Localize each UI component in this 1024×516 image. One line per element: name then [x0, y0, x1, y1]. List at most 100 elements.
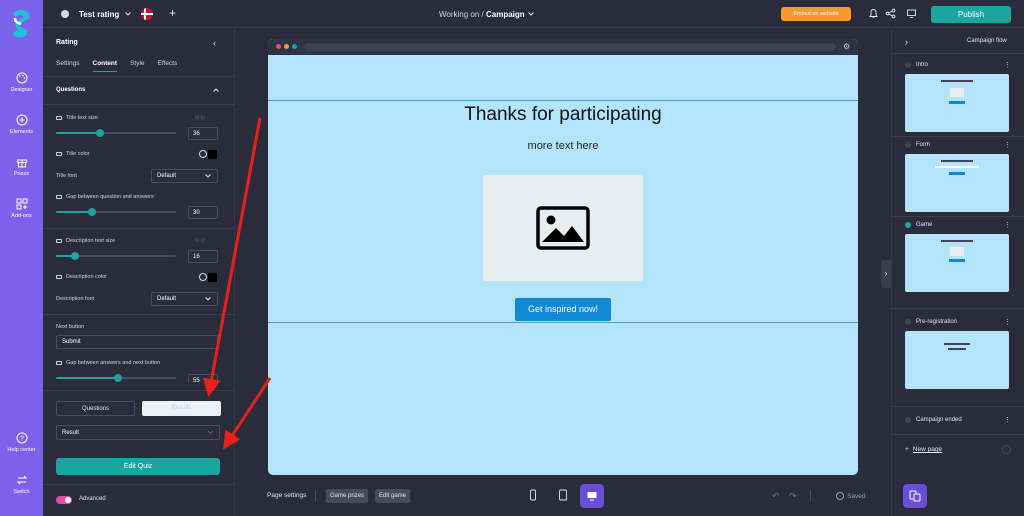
bell-icon[interactable] [868, 8, 879, 19]
redo-icon[interactable]: ↷ [789, 491, 797, 502]
chevron-down-icon[interactable] [527, 10, 535, 18]
get-inspired-button[interactable]: Get inspired now! [515, 298, 611, 321]
kebab-menu-icon[interactable]: ⋮ [1004, 221, 1011, 229]
gap-answers-next-text: Gap between answers and next button [66, 360, 161, 366]
collapse-panel-button[interactable]: ‹ [213, 38, 216, 48]
questions-results-toggle: Questions Results [56, 401, 221, 416]
flow-page-pre-registration[interactable]: Pre-registration [916, 319, 957, 325]
slider-handle[interactable] [96, 129, 105, 137]
tab-effects[interactable]: Effects [158, 60, 178, 72]
kebab-menu-icon[interactable]: ⋮ [1004, 141, 1011, 149]
flow-page-intro[interactable]: Intro [916, 62, 928, 68]
title-text-size-input[interactable]: 36 [188, 127, 218, 140]
expand-flow-panel-button[interactable]: › [881, 260, 891, 288]
slider-fill [56, 132, 101, 134]
tab-style[interactable]: Style [130, 60, 144, 72]
publish-button[interactable]: Publish [931, 6, 1011, 23]
result-select[interactable]: Result [56, 425, 220, 440]
canvas-bottom-bar: Page settings Game prizes Edit game ↶ ↷ … [235, 480, 891, 516]
page-subtitle[interactable]: more text here [268, 140, 858, 152]
monitor-icon[interactable] [906, 8, 917, 19]
description-color-swatch[interactable] [208, 273, 217, 282]
flow-page-form[interactable]: Form [916, 142, 930, 148]
tab-settings[interactable]: Settings [56, 60, 80, 72]
title-font-label: Title font [56, 173, 77, 179]
flow-page-thumbnail[interactable] [905, 331, 1009, 389]
new-page-button[interactable]: + New page [905, 446, 942, 453]
result-select-value: Result [62, 430, 80, 436]
flow-action-button[interactable] [903, 484, 927, 508]
image-placeholder[interactable] [483, 175, 643, 281]
title-text-size-slider[interactable] [56, 129, 176, 137]
slider-handle[interactable] [114, 374, 123, 382]
slider-handle[interactable] [71, 252, 80, 260]
tab-content[interactable]: Content [92, 60, 118, 72]
edit-quiz-button[interactable]: Edit Quiz [56, 458, 220, 475]
color-palette-icon[interactable] [199, 150, 207, 158]
image-icon [536, 206, 590, 250]
chevron-down-icon[interactable] [124, 10, 132, 18]
gear-icon[interactable]: ⚙ [843, 42, 850, 51]
embed-on-website-button[interactable]: Embed on website [781, 7, 851, 21]
description-font-select[interactable]: Default [151, 292, 218, 306]
working-on-breadcrumb[interactable]: Working on / Campaign [439, 10, 525, 19]
mobile-view-icon[interactable] [528, 489, 538, 501]
undo-icon[interactable]: ↶ [772, 491, 780, 502]
results-tab-button[interactable]: Results [142, 401, 221, 416]
gap-answers-next-slider[interactable] [56, 374, 176, 382]
description-text-size-slider[interactable] [56, 252, 176, 260]
chevron-right-icon[interactable]: › [905, 37, 908, 47]
nav-help-center[interactable]: ? Help center [0, 432, 43, 453]
slider-handle[interactable] [88, 208, 96, 216]
project-status-dot [61, 10, 69, 18]
flow-page-thumbnail[interactable] [905, 234, 1009, 292]
nav-elements[interactable]: Elements [0, 114, 43, 135]
nav-prizes[interactable]: Prizes [0, 156, 43, 177]
gap-answers-next-clip: 55 [43, 368, 234, 383]
questions-tab-button[interactable]: Questions [56, 401, 135, 416]
app-logo-icon[interactable] [9, 8, 34, 39]
desktop-view-button[interactable] [580, 484, 604, 508]
kebab-menu-icon[interactable]: ⋮ [1004, 416, 1011, 424]
gap-answers-next-input[interactable]: 55 [188, 374, 218, 383]
advanced-toggle[interactable] [56, 496, 72, 504]
next-button-input[interactable]: Submit [56, 335, 218, 349]
edit-game-button[interactable]: Edit game [375, 489, 411, 503]
nav-addons[interactable]: Add-ons [0, 198, 43, 219]
flow-page-game[interactable]: Game [916, 222, 932, 228]
lock-icons[interactable]: ⊟ ⊡ [195, 115, 205, 121]
add-language-button[interactable]: + [169, 6, 176, 20]
gap-question-answers-input[interactable]: 30 [188, 206, 218, 219]
add-circle-icon[interactable] [1002, 445, 1011, 454]
divider [892, 136, 1024, 137]
kebab-menu-icon[interactable]: ⋮ [1004, 318, 1011, 326]
flow-page-thumbnail[interactable] [905, 154, 1009, 212]
flow-page-campaign-ended[interactable]: Campaign ended [916, 417, 962, 423]
tablet-view-icon[interactable] [558, 489, 568, 501]
lock-icons[interactable]: ⊟ ⊡ [195, 238, 205, 244]
game-prizes-button[interactable]: Game prizes [326, 489, 369, 503]
flow-page-thumbnail[interactable] [905, 74, 1009, 132]
color-palette-icon[interactable] [199, 273, 207, 281]
gap-question-answers-slider[interactable] [56, 208, 176, 216]
kebab-menu-icon[interactable]: ⋮ [1004, 61, 1011, 69]
page-title[interactable]: Thanks for participating [268, 104, 858, 126]
thumb-image [950, 88, 964, 97]
section-questions-header[interactable]: Questions [56, 87, 85, 93]
nav-switch[interactable]: Switch [0, 474, 43, 495]
title-font-select[interactable]: Default [151, 169, 218, 183]
nav-designer[interactable]: Designer [0, 72, 43, 93]
chevron-down-icon [205, 174, 211, 178]
chevron-up-icon[interactable] [212, 86, 220, 94]
thumb-line [941, 80, 973, 82]
share-icon[interactable] [885, 8, 896, 19]
project-name[interactable]: Test rating [79, 10, 119, 19]
slider-fill [56, 211, 92, 213]
description-text-size-text: Description text size [66, 238, 116, 244]
title-color-swatch[interactable] [208, 150, 217, 159]
description-text-size-input[interactable]: 16 [188, 250, 218, 263]
campaign-flow-title: Campaign flow [967, 38, 1007, 44]
next-button-label: Next button [56, 324, 85, 330]
page-settings-link[interactable]: Page settings [267, 492, 306, 499]
language-flag-icon[interactable] [141, 8, 153, 20]
